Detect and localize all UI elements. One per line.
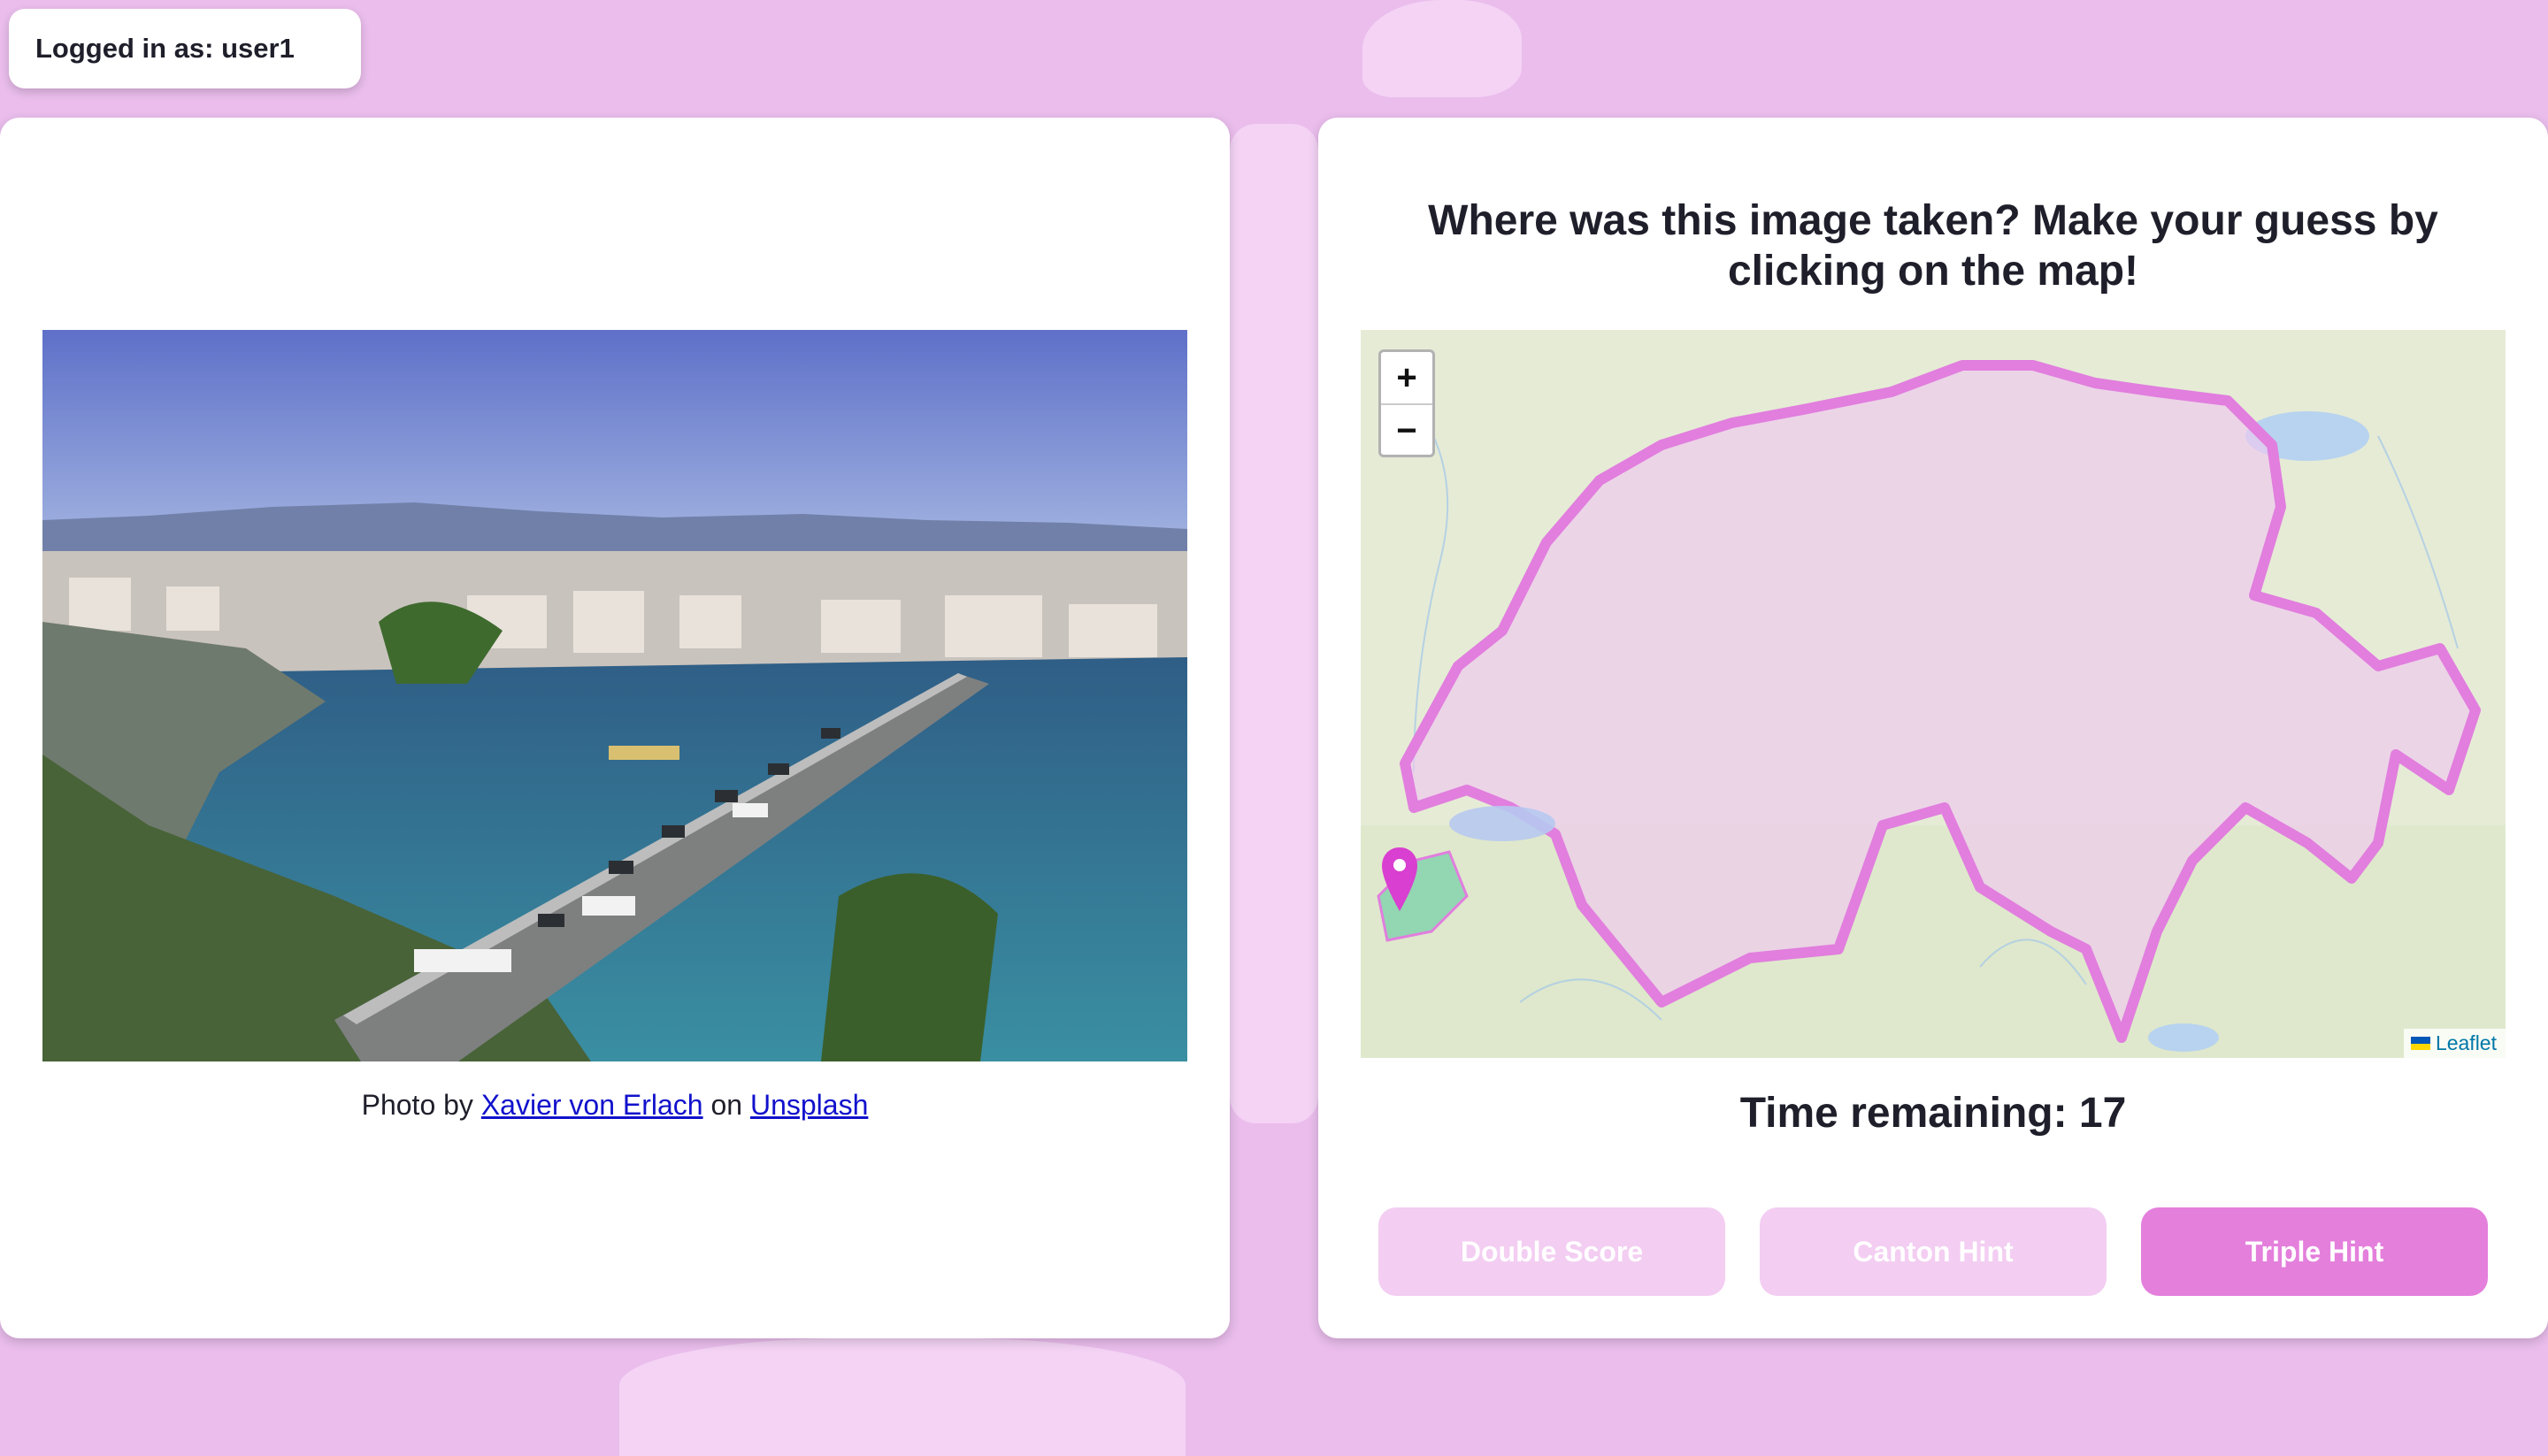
background-map-shape (1362, 0, 1522, 97)
login-status-text: Logged in as: user1 (35, 33, 295, 64)
map-pin-icon[interactable] (1380, 846, 1419, 913)
login-status-badge: Logged in as: user1 (9, 9, 361, 88)
attribution-label: Leaflet (2435, 1031, 2497, 1054)
double-score-button[interactable]: Double Score (1378, 1207, 1725, 1296)
unsplash-link[interactable]: Unsplash (750, 1089, 868, 1121)
ukraine-flag-icon (2410, 1037, 2430, 1050)
photo-panel: Photo by Xavier von Erlach on Unsplash (0, 118, 1230, 1338)
zoom-out-button[interactable]: − (1381, 403, 1432, 455)
canton-hint-button[interactable]: Canton Hint (1760, 1207, 2107, 1296)
photo-image (42, 330, 1187, 1061)
question-heading: Where was this image taken? Make your gu… (1428, 197, 2438, 295)
map-canvas (1361, 330, 2506, 1058)
credit-prefix: Photo by (361, 1089, 481, 1121)
author-link[interactable]: Xavier von Erlach (481, 1089, 703, 1121)
map-attribution[interactable]: Leaflet (2403, 1029, 2506, 1058)
triple-hint-button[interactable]: Triple Hint (2141, 1207, 2488, 1296)
time-remaining: Time remaining: 17 (1739, 1090, 2127, 1137)
zoom-in-button[interactable]: + (1381, 352, 1432, 403)
zoom-control: + − (1378, 349, 1435, 457)
credit-middle: on (702, 1089, 750, 1121)
photo-credit: Photo by Xavier von Erlach on Unsplash (0, 1089, 1230, 1122)
background-map-shape (1230, 124, 1318, 1123)
switzerland-map[interactable]: + − Leaflet (1361, 330, 2506, 1058)
background-map-shape (619, 1338, 1186, 1456)
location-photo (42, 330, 1187, 1061)
guess-panel: Where was this image taken? Make your gu… (1318, 118, 2548, 1338)
